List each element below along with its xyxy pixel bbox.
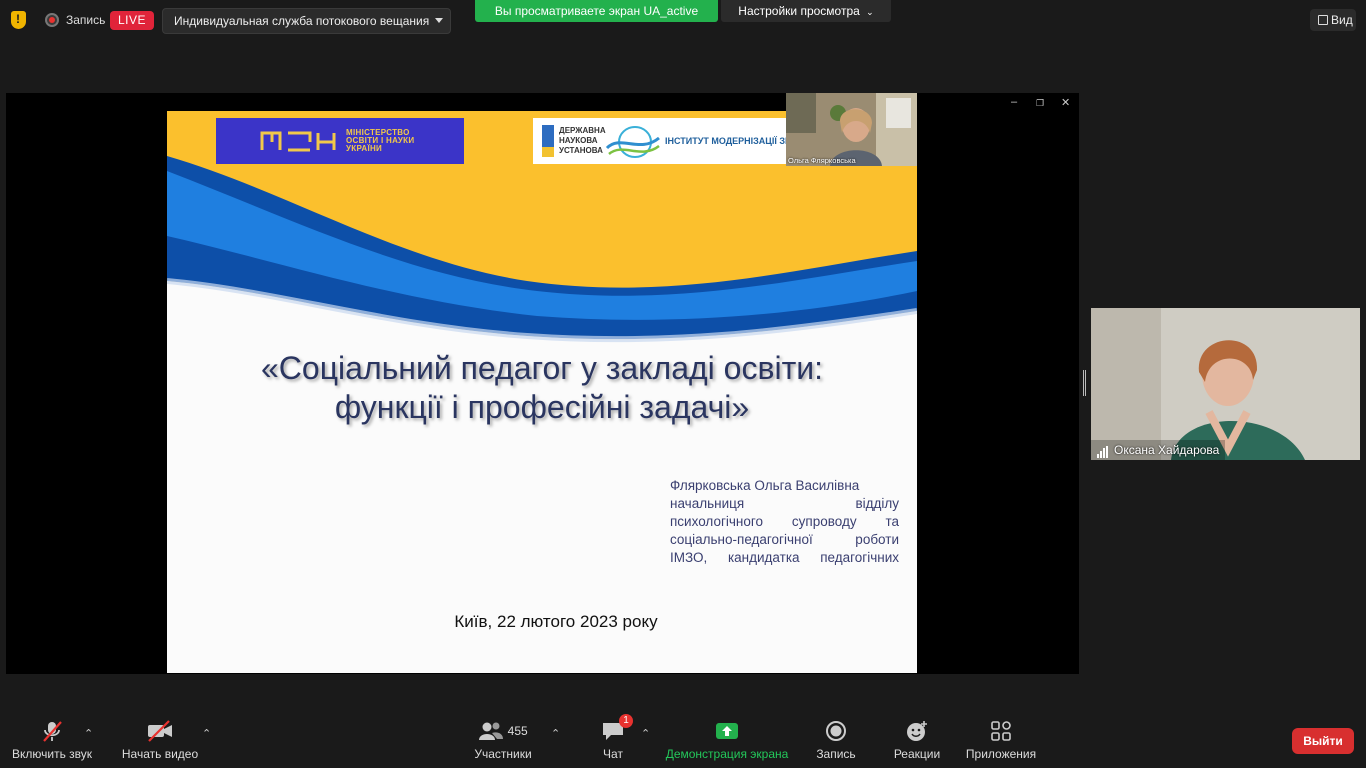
leave-meeting-button[interactable]: Выйти [1292, 728, 1354, 754]
presenter-name: Ольга Флярковська [788, 156, 856, 165]
reactions-smiley-icon [905, 720, 929, 742]
share-screen-button[interactable]: Демонстрация экрана [662, 720, 792, 761]
presentation-slide: МІНІСТЕРСТВО ОСВІТИ І НАУКИ УКРАЇНИ ДЕРЖ… [167, 111, 917, 673]
connection-signal-icon [1097, 444, 1109, 458]
start-video-button[interactable]: Начать видео [118, 720, 202, 761]
participant-video-tile[interactable]: Оксана Хайдарова [1091, 308, 1360, 460]
record-icon [825, 720, 847, 742]
participant-name: Оксана Хайдарова [1114, 443, 1220, 457]
apps-icon [990, 720, 1012, 742]
presenter-video-thumbnail[interactable]: Ольга Флярковська [786, 93, 917, 166]
unmute-label: Включить звук [11, 747, 93, 761]
chevron-down-icon [435, 18, 443, 23]
stream-service-dropdown[interactable]: Индивидуальная служба потокового вещания [162, 8, 451, 34]
slide-date: Київ, 22 лютого 2023 року [454, 612, 658, 631]
slide-author-block: Флярковська Ольга Василівна начальниця в… [670, 478, 899, 565]
share-screen-label: Демонстрация экрана [665, 747, 789, 761]
ministry-emblem-icon [260, 131, 336, 152]
live-badge[interactable]: LIVE [110, 11, 154, 30]
view-settings-button[interactable]: Настройки просмотра ⌄ [721, 0, 891, 22]
security-shield-icon[interactable] [11, 11, 26, 29]
chevron-down-icon: ⌄ [866, 7, 874, 17]
state-scientific-institution-text: ДЕРЖАВНА НАУКОВА УСТАНОВА [559, 126, 606, 155]
audio-options-chevron-up-icon[interactable]: ⌃ [84, 727, 93, 740]
participant-video-image [1091, 308, 1360, 460]
ministry-logo: МІНІСТЕРСТВО ОСВІТИ І НАУКИ УКРАЇНИ [216, 118, 464, 164]
trident-icon [542, 125, 554, 157]
start-video-label: Начать видео [121, 747, 199, 761]
chat-unread-badge: 1 [619, 714, 633, 728]
restore-icon[interactable]: ❐ [1036, 98, 1044, 109]
participants-icon-row: 455 [473, 720, 533, 742]
meeting-top-bar: Запись LIVE Индивидуальная служба потоко… [0, 0, 1366, 44]
microphone-muted-icon [41, 720, 63, 742]
chat-label: Чат [603, 747, 623, 761]
view-button[interactable]: Вид [1310, 9, 1356, 31]
close-icon[interactable]: ✕ [1061, 96, 1070, 109]
chat-options-chevron-up-icon[interactable]: ⌃ [641, 727, 650, 740]
participants-button[interactable]: 455 Участники [470, 720, 536, 761]
record-button[interactable]: Запись [812, 720, 860, 761]
recording-icon [45, 13, 59, 27]
recording-label: Запись [66, 13, 106, 27]
unmute-button[interactable]: Включить звук [8, 720, 96, 761]
reactions-label: Реакции [893, 747, 941, 761]
participants-icon [479, 722, 504, 740]
participants-options-chevron-up-icon[interactable]: ⌃ [551, 727, 560, 740]
participants-label: Участники [474, 747, 532, 761]
ministry-logo-text: МІНІСТЕРСТВО ОСВІТИ І НАУКИ УКРАЇНИ [346, 128, 415, 153]
minimize-icon[interactable]: – [1011, 96, 1017, 108]
view-button-label: Вид [1331, 13, 1353, 27]
chat-icon: 1 [601, 714, 633, 742]
view-settings-label: Настройки просмотра [738, 4, 860, 18]
slide-title: «Соціальний педагог у закладі освіти: фу… [261, 350, 823, 425]
apps-label: Приложения [965, 747, 1037, 761]
institute-logo: ДЕРЖАВНА НАУКОВА УСТАНОВА ІНСТИТУТ МОДЕР… [533, 118, 849, 164]
share-screen-icon [715, 720, 739, 742]
participants-count: 455 [507, 724, 528, 738]
record-label: Запись [816, 747, 856, 761]
video-camera-off-icon [147, 720, 173, 742]
viewing-screen-banner: Вы просматриваете экран UA_active [475, 0, 718, 22]
grid-view-icon [1318, 15, 1328, 25]
chat-button[interactable]: 1 Чат [598, 714, 633, 761]
video-options-chevron-up-icon[interactable]: ⌃ [202, 727, 211, 740]
institute-globe-icon [605, 126, 660, 158]
participant-name-bar: Оксана Хайдарова [1091, 440, 1226, 460]
panel-resize-handle[interactable] [1083, 370, 1086, 396]
apps-button[interactable]: Приложения [962, 720, 1040, 761]
stream-service-label: Индивидуальная служба потокового вещания [174, 14, 430, 28]
reactions-button[interactable]: Реакции [890, 720, 944, 761]
